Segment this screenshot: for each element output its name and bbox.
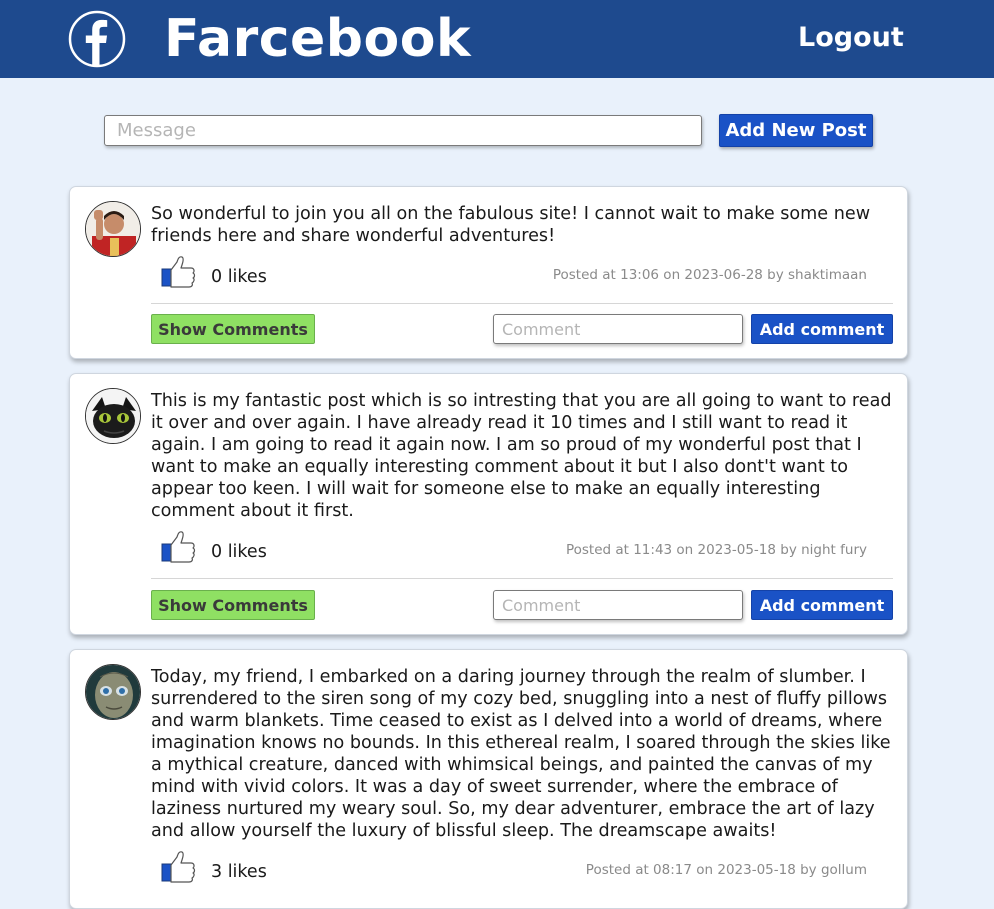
- post-text: So wonderful to join you all on the fabu…: [151, 204, 871, 246]
- divider: [151, 303, 893, 304]
- add-comment-button[interactable]: Add comment: [751, 590, 893, 620]
- message-input[interactable]: [104, 115, 702, 146]
- thumbs-up-icon[interactable]: [160, 849, 196, 885]
- logout-button[interactable]: Logout: [798, 20, 904, 56]
- post-text: This is my fantastic post which is so in…: [151, 391, 892, 521]
- add-new-post-button[interactable]: Add New Post: [719, 114, 873, 147]
- post-meta: Posted at 08:17 on 2023-05-18 by gollum: [585, 862, 867, 878]
- post-meta: Posted at 13:06 on 2023-06-28 by shaktim…: [552, 267, 867, 283]
- show-comments-button[interactable]: Show Comments: [151, 590, 315, 620]
- post-card: This is my fantastic post which is so in…: [69, 373, 908, 635]
- user-avatar-red-costume: [85, 201, 141, 257]
- like-count: 3 likes: [211, 862, 267, 882]
- show-comments-button[interactable]: Show Comments: [151, 314, 315, 344]
- post-meta: Posted at 11:43 on 2023-05-18 by night f…: [565, 542, 867, 558]
- user-avatar-black-dragon: [85, 388, 141, 444]
- divider: [151, 578, 893, 579]
- comment-input[interactable]: [493, 590, 743, 620]
- site-title: Farcebook: [164, 9, 472, 69]
- user-avatar-gollum: [85, 664, 141, 720]
- top-nav-bar: Farcebook Logout: [0, 0, 994, 78]
- post-card: Today, my friend, I embarked on a daring…: [69, 649, 908, 909]
- like-count: 0 likes: [211, 542, 267, 562]
- comment-input[interactable]: [493, 314, 743, 344]
- thumbs-up-icon[interactable]: [160, 529, 196, 565]
- thumbs-up-icon[interactable]: [160, 254, 196, 290]
- like-count: 0 likes: [211, 267, 267, 287]
- facebook-f-icon[interactable]: [68, 10, 126, 68]
- post-text: Today, my friend, I embarked on a daring…: [151, 667, 891, 841]
- add-comment-button[interactable]: Add comment: [751, 314, 893, 344]
- post-card: So wonderful to join you all on the fabu…: [69, 186, 908, 359]
